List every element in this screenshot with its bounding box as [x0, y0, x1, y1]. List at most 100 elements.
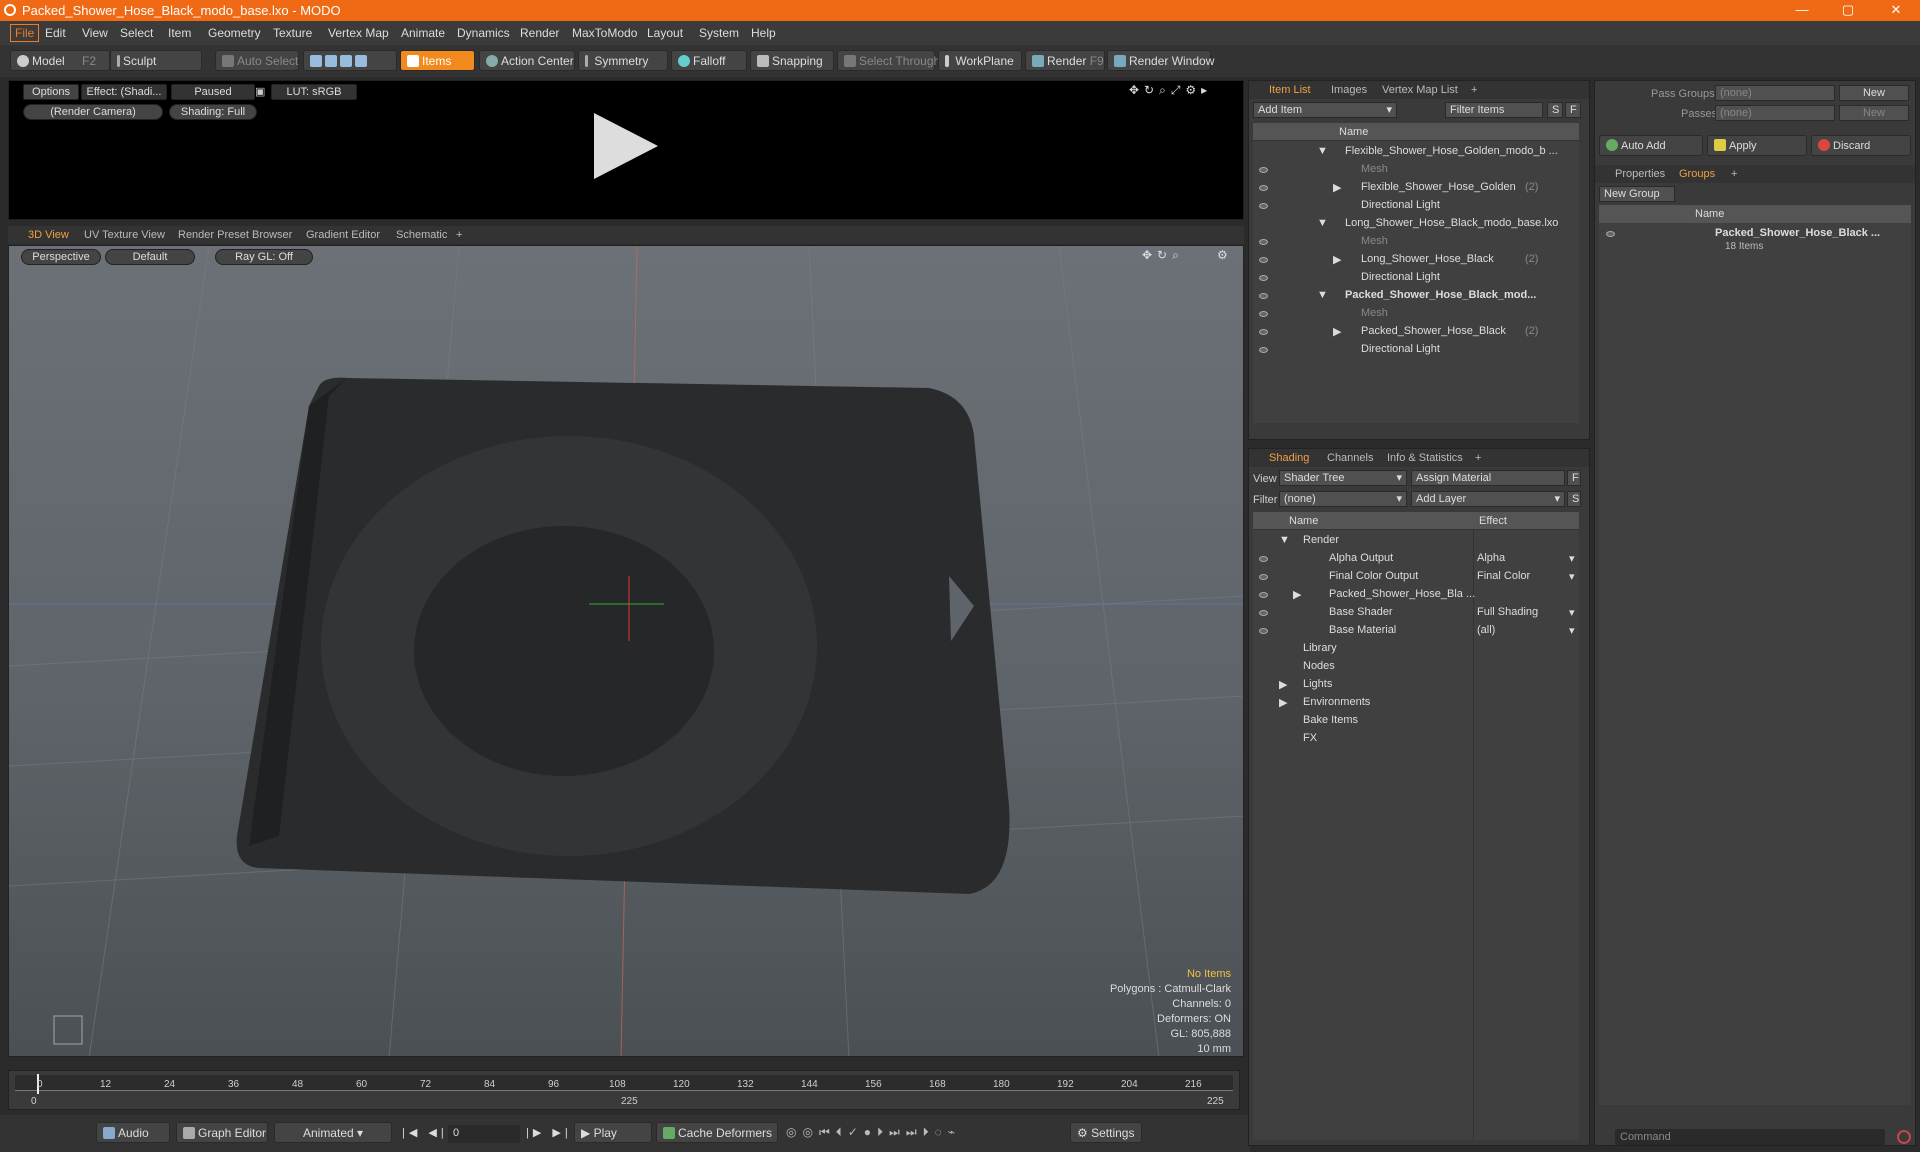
add-tab-icon[interactable]: + [456, 229, 462, 241]
vertex-mode-icon[interactable] [310, 55, 322, 67]
item-row[interactable]: ▼ Flexible_Shower_Hose_Golden_modo_b ... [1253, 143, 1579, 161]
tab-groups[interactable]: Groups [1679, 168, 1715, 180]
polygon-mode-icon[interactable] [340, 55, 352, 67]
menu-system[interactable]: System [699, 26, 739, 40]
raygl-dropdown[interactable]: Ray GL: Off [215, 249, 313, 265]
workplane-button[interactable]: WorkPlane [938, 50, 1022, 71]
shading-f-button[interactable]: F [1567, 470, 1581, 486]
menu-file[interactable]: File [10, 24, 40, 42]
shader-row[interactable]: ▶ Packed_Shower_Hose_Bla ... [1253, 586, 1579, 604]
shader-view-dropdown[interactable]: Shader Tree ▾ [1279, 470, 1407, 486]
sculpt-mode-button[interactable]: Sculpt [110, 50, 202, 71]
group-item[interactable]: Packed_Shower_Hose_Black ... 18 Items [1599, 225, 1911, 257]
menu-dynamics[interactable]: Dynamics [457, 26, 510, 40]
selection-mode-buttons[interactable] [303, 50, 397, 71]
graph-editor-button[interactable]: Graph Editor [176, 1122, 268, 1143]
shader-row[interactable]: Base Material (all) ▾ [1253, 622, 1579, 640]
expand-arrow-icon[interactable]: ▶ [1333, 253, 1341, 266]
tab-images[interactable]: Images [1331, 84, 1367, 96]
item-row[interactable]: ▼ Packed_Shower_Hose_Black_mod... [1253, 287, 1579, 305]
audio-button[interactable]: Audio [96, 1122, 170, 1143]
default-style-dropdown[interactable]: Default [105, 249, 195, 265]
add-tab-icon[interactable]: + [1471, 84, 1477, 96]
maximize-button[interactable]: ▢ [1838, 2, 1858, 18]
menu-geometry[interactable]: Geometry [208, 26, 261, 40]
tab-vertex-map-list[interactable]: Vertex Map List [1382, 84, 1458, 96]
expand-arrow-icon[interactable]: ▼ [1279, 534, 1290, 546]
menu-vertex-map[interactable]: Vertex Map [328, 26, 389, 40]
item-list-f-button[interactable]: F [1565, 102, 1581, 118]
render-button[interactable]: Render F9 [1025, 50, 1105, 71]
add-item-dropdown[interactable]: Add Item ▾ [1253, 102, 1397, 118]
menu-layout[interactable]: Layout [647, 26, 683, 40]
visibility-eye-icon[interactable] [1259, 185, 1268, 191]
visibility-eye-icon[interactable] [1259, 347, 1268, 353]
visibility-eye-icon[interactable] [1259, 628, 1268, 634]
tab-3d-view[interactable]: 3D View [28, 229, 69, 241]
symmetry-button[interactable]: Symmetry [578, 50, 668, 71]
apply-button[interactable]: Apply [1707, 135, 1807, 156]
item-row[interactable]: Mesh [1253, 233, 1579, 251]
shader-row[interactable]: Bake Items [1253, 712, 1579, 730]
3d-viewport[interactable]: Perspective Default Ray GL: Off ✥↻⌕ ⚙ No… [8, 245, 1244, 1057]
preview-shading-dropdown[interactable]: Shading: Full [169, 104, 257, 120]
play-button[interactable]: ▶ Play [574, 1122, 652, 1143]
tab-properties[interactable]: Properties [1615, 168, 1665, 180]
item-row[interactable]: Directional Light [1253, 197, 1579, 215]
shader-row[interactable]: FX [1253, 730, 1579, 748]
shader-row[interactable]: Final Color Output Final Color ▾ [1253, 568, 1579, 586]
passes-dropdown[interactable]: (none) [1715, 105, 1835, 121]
new-pass-button[interactable]: New [1839, 105, 1909, 121]
expand-arrow-icon[interactable]: ▶ [1293, 588, 1301, 601]
tab-schematic[interactable]: Schematic [396, 229, 447, 241]
visibility-eye-icon[interactable] [1259, 329, 1268, 335]
expand-arrow-icon[interactable]: ▼ [1317, 289, 1328, 301]
material-mode-icon[interactable] [355, 55, 367, 67]
visibility-eye-icon[interactable] [1259, 257, 1268, 263]
preview-paused-button[interactable]: Paused [171, 84, 255, 100]
add-tab-icon[interactable]: + [1475, 452, 1481, 464]
shader-effect-value[interactable]: (all) [1477, 624, 1495, 636]
shader-row[interactable]: Alpha Output Alpha ▾ [1253, 550, 1579, 568]
edge-mode-icon[interactable] [325, 55, 337, 67]
expand-arrow-icon[interactable]: ▶ [1333, 181, 1341, 194]
frame-input[interactable]: 0 [448, 1125, 520, 1143]
menu-maxtomodo[interactable]: MaxToModo [572, 26, 637, 40]
snapping-button[interactable]: Snapping [750, 50, 834, 71]
effect-dropdown-arrow-icon[interactable]: ▾ [1569, 624, 1575, 637]
minimize-button[interactable]: — [1792, 2, 1812, 18]
pass-groups-dropdown[interactable]: (none) [1715, 85, 1835, 101]
record-macro-icon[interactable] [1897, 1130, 1911, 1144]
new-group-button[interactable]: New Group [1599, 186, 1675, 202]
select-through-button[interactable]: Select Through [837, 50, 940, 71]
viewport-nav-icons[interactable]: ✥↻⌕ [1142, 248, 1184, 263]
visibility-eye-icon[interactable] [1259, 610, 1268, 616]
model-mode-button[interactable]: Model F2 [10, 50, 110, 71]
item-list-s-button[interactable]: S [1547, 102, 1563, 118]
lock-icon[interactable]: ▣ [255, 85, 267, 98]
effect-dropdown-arrow-icon[interactable]: ▾ [1569, 606, 1575, 619]
assign-material-button[interactable]: Assign Material [1411, 470, 1565, 486]
render-window-button[interactable]: Render Window [1107, 50, 1214, 71]
item-row[interactable]: ▼ Long_Shower_Hose_Black_modo_base.lxo [1253, 215, 1579, 233]
menu-animate[interactable]: Animate [401, 26, 445, 40]
visibility-eye-icon[interactable] [1259, 203, 1268, 209]
items-mode-button[interactable]: Items [400, 50, 475, 71]
cache-deformers-button[interactable]: Cache Deformers [656, 1122, 778, 1143]
close-button[interactable]: ✕ [1886, 2, 1906, 18]
shader-effect-value[interactable]: Full Shading [1477, 606, 1538, 618]
command-input[interactable]: Command [1615, 1129, 1885, 1145]
shader-effect-value[interactable]: Alpha [1477, 552, 1505, 564]
play-icon[interactable] [594, 113, 658, 179]
menu-help[interactable]: Help [751, 26, 776, 40]
skip-back-icons[interactable]: |◀ ◀| [402, 1126, 448, 1139]
shader-row[interactable]: Library [1253, 640, 1579, 658]
falloff-button[interactable]: Falloff [671, 50, 747, 71]
expand-arrow-icon[interactable]: ▶ [1279, 678, 1287, 691]
visibility-eye-icon[interactable] [1259, 167, 1268, 173]
item-row[interactable]: ▶ Long_Shower_Hose_Black (2) [1253, 251, 1579, 269]
effect-dropdown-arrow-icon[interactable]: ▾ [1569, 552, 1575, 565]
shader-row[interactable]: ▶ Lights [1253, 676, 1579, 694]
item-row[interactable]: Mesh [1253, 161, 1579, 179]
item-row[interactable]: Directional Light [1253, 269, 1579, 287]
